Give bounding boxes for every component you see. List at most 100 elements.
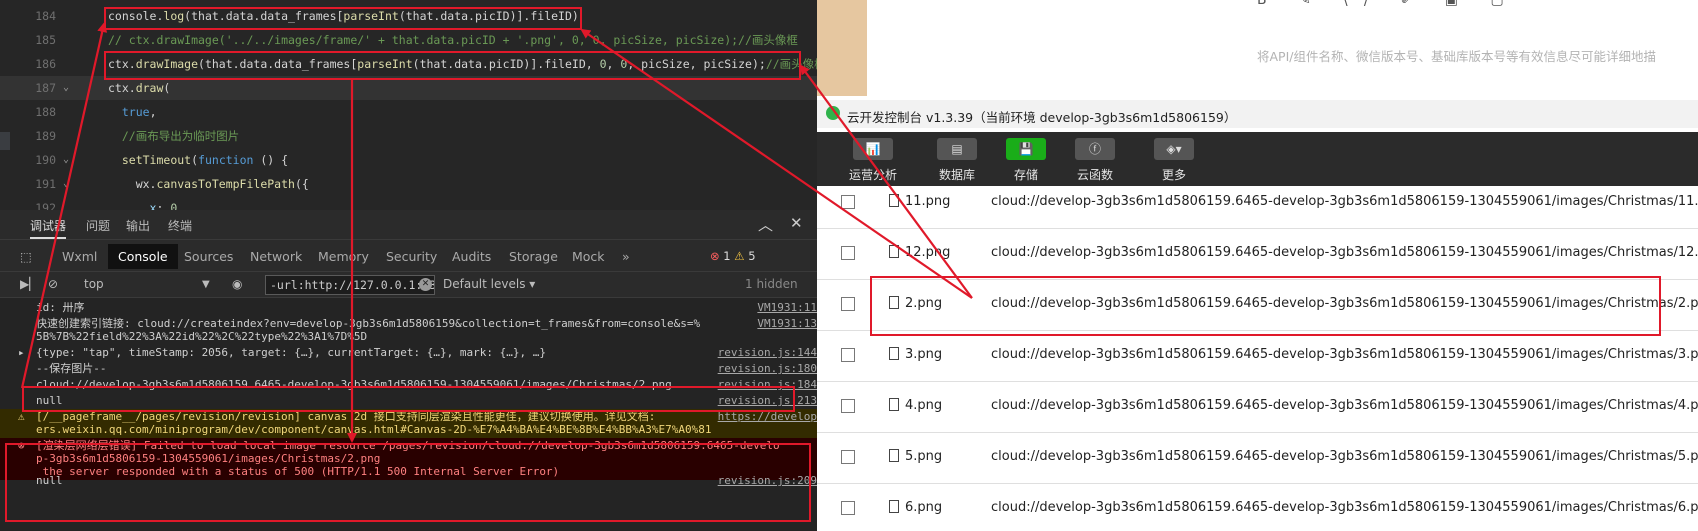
file-row[interactable]: 12.png cloud://develop-3gb3s6m1d5806159.6… (817, 229, 1698, 280)
console-warning-row[interactable]: ⚠ [/__pageframe__/pages/revision/revision… (0, 409, 817, 438)
tab-debugger[interactable]: 调试器 (30, 217, 67, 239)
file-name[interactable]: 6.png (905, 500, 942, 515)
doc-side-panel (817, 0, 867, 96)
nav-analytics[interactable]: 📊 运营分析 (843, 138, 903, 183)
line-number: 184 (35, 9, 56, 23)
file-checkbox[interactable] (841, 399, 855, 413)
eye-icon[interactable]: ◉ (232, 277, 242, 291)
console-source-link[interactable]: VM1931:11 (757, 301, 817, 314)
tab-problems[interactable]: 问题 (86, 217, 110, 234)
file-icon (889, 245, 899, 258)
console-message: {type: "tap", timeStamp: 2056, target: {… (36, 346, 546, 359)
file-id: cloud://develop-3gb3s6m1d5806159.6465-de… (991, 347, 1698, 362)
console-log-row[interactable]: 快速创建索引链接: cloud://createindex?env=develo… (0, 316, 817, 345)
nav-database[interactable]: ▤ 数据库 (927, 138, 987, 183)
clear-console-icon[interactable]: ⊘ (48, 277, 58, 291)
context-dropdown-icon[interactable]: ▼ (202, 279, 210, 290)
console-log-row[interactable]: ▸ {type: "tap", timeStamp: 2056, target: … (0, 345, 817, 361)
file-name[interactable]: 12.png (905, 245, 950, 260)
storage-icon: 💾 (1006, 138, 1046, 160)
file-name[interactable]: 3.png (905, 347, 942, 362)
tab-terminal[interactable]: 终端 (168, 217, 192, 234)
console-source-link[interactable]: revision.js:144 (718, 346, 817, 359)
tab-storage[interactable]: Storage (509, 249, 558, 264)
file-checkbox[interactable] (841, 195, 855, 209)
file-row[interactable]: 6.png cloud://develop-3gb3s6m1d5806159.64… (817, 484, 1698, 531)
tab-sources[interactable]: Sources (184, 249, 233, 264)
file-row[interactable]: 5.png cloud://develop-3gb3s6m1d5806159.64… (817, 433, 1698, 484)
collapse-icon[interactable]: ︿ (758, 214, 773, 235)
functions-icon: ⓕ (1075, 138, 1115, 160)
file-checkbox[interactable] (841, 297, 855, 311)
more-tabs-icon[interactable]: » (622, 249, 630, 264)
tab-wxml[interactable]: Wxml (62, 249, 97, 264)
warning-icon: ⚠ (734, 249, 745, 263)
clear-filter-icon[interactable]: ✕ (419, 278, 432, 291)
file-icon (889, 449, 899, 462)
nav-functions[interactable]: ⓕ 云函数 (1065, 138, 1125, 183)
code-text: // ctx.drawImage('../../images/frame/' +… (108, 33, 798, 47)
annotation-box-error (5, 443, 811, 522)
code-line[interactable]: 185 // ctx.drawImage('../../images/frame/… (0, 28, 817, 52)
file-row[interactable]: 3.png cloud://develop-3gb3s6m1d5806159.64… (817, 331, 1698, 382)
nav-more[interactable]: ◈▾ 更多 (1144, 138, 1204, 183)
code-editor[interactable]: 184 console.log(that.data.data_frames[par… (0, 0, 826, 215)
close-icon[interactable]: ✕ (790, 214, 803, 232)
feedback-doc-page: B ✎ ⟨⟩ ✐ ▣ ▢ 将API/组件名称、微信版本号、基础库版本号等有效信息… (817, 0, 1698, 96)
code-line[interactable]: 190 ⌄ setTimeout(function () { (0, 148, 817, 172)
line-number: 190 (35, 153, 56, 167)
console-source-link[interactable]: revision.js:180 (718, 362, 817, 375)
file-checkbox[interactable] (841, 348, 855, 362)
sidebar-toggle-icon[interactable]: ▶▏ (20, 277, 38, 291)
file-id: cloud://develop-3gb3s6m1d5806159.6465-de… (991, 398, 1698, 413)
file-checkbox[interactable] (841, 450, 855, 464)
console-filter-input[interactable] (265, 275, 435, 295)
console-log-row[interactable]: --保存图片-- revision.js:180 (0, 361, 817, 377)
console-message: id: 卅序 (36, 301, 85, 314)
fold-chevron-icon[interactable]: ⌄ (63, 172, 69, 196)
fold-chevron-icon[interactable]: ⌄ (63, 148, 69, 172)
file-id: cloud://develop-3gb3s6m1d5806159.6465-de… (991, 194, 1698, 209)
console-log-row[interactable]: id: 卅序 VM1931:11 (0, 300, 817, 316)
file-checkbox[interactable] (841, 246, 855, 260)
log-levels-select[interactable]: Default levels ▾ (443, 277, 535, 291)
line-number: 185 (35, 33, 56, 47)
file-id: cloud://develop-3gb3s6m1d5806159.6465-de… (991, 500, 1698, 515)
error-warning-counter[interactable]: ⊗ 1 ⚠ 5 (710, 249, 756, 263)
hidden-count: 1 hidden (745, 277, 798, 291)
file-name[interactable]: 11.png (905, 194, 950, 209)
inspect-icon[interactable]: ⬚ (20, 249, 32, 264)
file-row[interactable]: 11.png cloud://develop-3gb3s6m1d5806159.6… (817, 178, 1698, 229)
console-source-link[interactable]: VM1931:13 (757, 317, 817, 330)
tab-mock[interactable]: Mock (572, 249, 605, 264)
tab-memory[interactable]: Memory (318, 249, 369, 264)
file-name[interactable]: 5.png (905, 449, 942, 464)
code-text: wx.canvasToTempFilePath({ (108, 177, 309, 191)
doc-format-toolbar[interactable]: B ✎ ⟨⟩ ✐ ▣ ▢ (1257, 0, 1518, 8)
console-filter-bar: ▶▏ ⊘ top ▼ ◉ ✕ Default levels ▾ 1 hidden (0, 272, 817, 298)
tab-security[interactable]: Security (386, 249, 437, 264)
file-icon (889, 398, 899, 411)
tab-output[interactable]: 输出 (126, 217, 150, 234)
file-name[interactable]: 4.png (905, 398, 942, 413)
file-checkbox[interactable] (841, 501, 855, 515)
fold-chevron-icon[interactable]: ⌄ (63, 76, 69, 100)
code-line[interactable]: 191 ⌄ wx.canvasToTempFilePath({ (0, 172, 817, 196)
code-line[interactable]: 188 true, (0, 100, 817, 124)
file-id: cloud://develop-3gb3s6m1d5806159.6465-de… (991, 449, 1698, 464)
tab-console[interactable]: Console (108, 244, 178, 269)
line-number: 191 (35, 177, 56, 191)
file-icon (889, 194, 899, 207)
code-line[interactable]: 189 //画布导出为临时图片 (0, 124, 817, 148)
annotation-box-file-id-log (22, 386, 795, 412)
tab-audits[interactable]: Audits (452, 249, 491, 264)
nav-storage[interactable]: 💾 存储 (996, 138, 1056, 183)
context-select[interactable]: top (84, 277, 104, 291)
tab-network[interactable]: Network (250, 249, 302, 264)
console-message: 快速创建索引链接: cloud://createindex?env=develo… (36, 317, 701, 330)
expand-arrow-icon[interactable]: ▸ (18, 346, 25, 359)
storage-file-list: 11.png cloud://develop-3gb3s6m1d5806159.6… (817, 186, 1698, 531)
doc-editor-placeholder[interactable]: 将API/组件名称、微信版本号、基础库版本号等有效信息尽可能详细地描 (1257, 46, 1656, 65)
annotation-box-storage-file (870, 276, 1661, 336)
file-row[interactable]: 4.png cloud://develop-3gb3s6m1d5806159.64… (817, 382, 1698, 433)
